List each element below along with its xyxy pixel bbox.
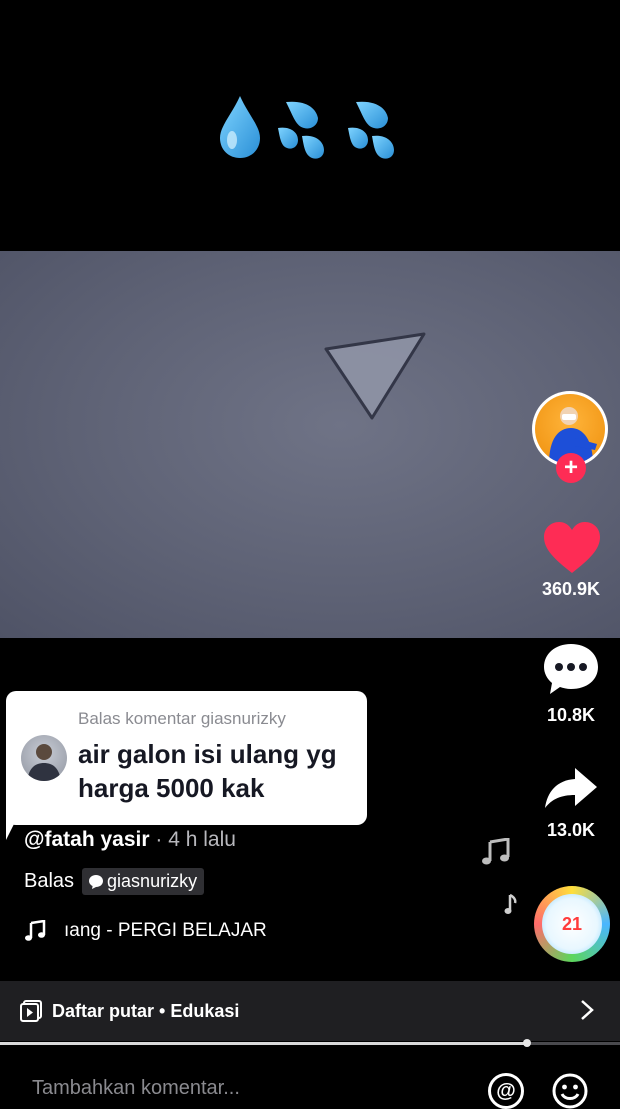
post-time: · 4 h lalu bbox=[149, 828, 236, 851]
mention-icon[interactable]: @ bbox=[488, 1073, 524, 1109]
person-icon bbox=[27, 744, 61, 781]
author-line[interactable]: @fatah yasir · 4 h lalu bbox=[24, 828, 236, 852]
emoji-icon[interactable] bbox=[552, 1073, 588, 1109]
comment-bubble-icon[interactable] bbox=[542, 642, 600, 696]
progress-fill bbox=[0, 1042, 527, 1045]
comment-count: 10.8K bbox=[546, 705, 596, 725]
sticker-comment-text: air galon isi ulang yg harga 5000 kak bbox=[78, 739, 337, 803]
comment-bubble-icon bbox=[89, 874, 104, 889]
like-count: 360.9K bbox=[541, 579, 601, 599]
emoji-overlay bbox=[0, 92, 620, 172]
disc-badge: 21 bbox=[561, 914, 583, 934]
music-note-icon bbox=[482, 838, 510, 865]
reply-user: giasnurizky bbox=[107, 871, 198, 891]
share-count: 13.0K bbox=[546, 820, 596, 840]
music-row[interactable]: ıang - PERGI BELAJAR bbox=[24, 920, 338, 942]
comment-reply-sticker[interactable]: Balas komentar giasnurizky air galon isi… bbox=[6, 691, 367, 825]
comment-input[interactable] bbox=[32, 1077, 412, 1100]
playlist-bar[interactable]: Daftar putar • Edukasi bbox=[0, 981, 620, 1041]
music-note-icon bbox=[504, 893, 517, 914]
comment-bar: @ bbox=[0, 1047, 620, 1109]
sound-disc[interactable]: 21 bbox=[534, 886, 610, 962]
music-note-icon bbox=[25, 920, 46, 941]
plus-icon: + bbox=[563, 454, 578, 481]
sticker-header: Balas komentar giasnurizky bbox=[78, 709, 286, 728]
reply-label: Balas bbox=[24, 870, 75, 892]
commenter-avatar bbox=[21, 735, 67, 781]
author-name[interactable]: @fatah yasir bbox=[24, 828, 150, 851]
progress-knob[interactable] bbox=[523, 1039, 531, 1047]
share-arrow-icon[interactable] bbox=[543, 766, 599, 810]
sticker-tail bbox=[6, 812, 20, 840]
sweat-droplets-icon bbox=[278, 101, 324, 159]
sound-cover: 21 bbox=[542, 894, 602, 954]
heart-icon[interactable] bbox=[542, 521, 602, 575]
playlist-label: Daftar putar • Edukasi bbox=[52, 1000, 240, 1021]
follow-button[interactable]: + bbox=[556, 453, 586, 483]
caption: Balas giasnurizky bbox=[24, 868, 205, 895]
playlist-icon bbox=[20, 1000, 42, 1022]
reply-user-chip[interactable]: giasnurizky bbox=[82, 868, 205, 895]
sweat-droplets-icon bbox=[348, 101, 394, 159]
chevron-right-icon bbox=[581, 1000, 594, 1020]
droplet-icon bbox=[220, 96, 260, 158]
music-title: ıang - PERGI BELAJAR bbox=[64, 920, 267, 941]
